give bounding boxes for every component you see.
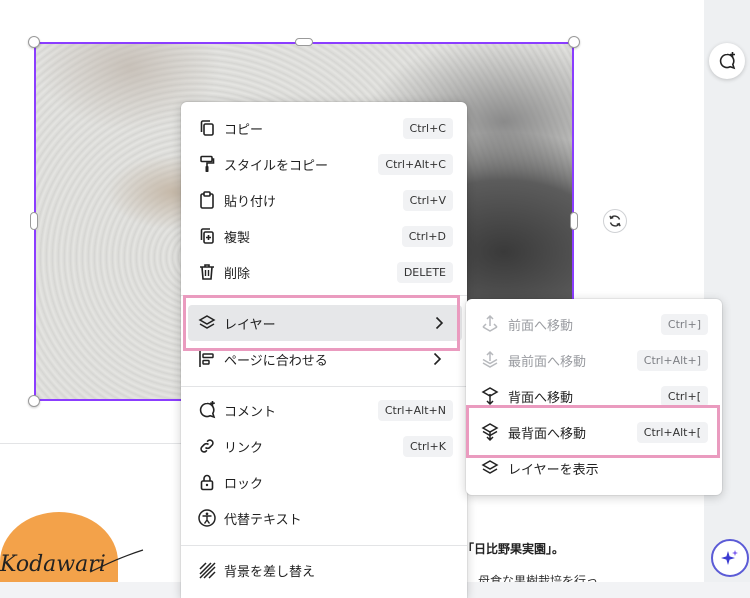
menu-divider: [181, 295, 467, 296]
menu-item-link[interactable]: リンク Ctrl+K: [181, 428, 467, 464]
layers-icon: [481, 460, 499, 474]
shortcut-badge: Ctrl+Alt+N: [377, 400, 453, 421]
menu-item-comment[interactable]: コメント Ctrl+Alt+N: [181, 392, 467, 428]
duplicate-icon: [200, 228, 214, 244]
menu-item-duplicate[interactable]: 複製 Ctrl+D: [181, 218, 467, 254]
menu-item-label: 背景を差し替え: [224, 564, 316, 580]
copy-icon: [200, 120, 214, 136]
chevron-right-icon: [435, 316, 444, 330]
menu-item-layer[interactable]: レイヤー: [188, 305, 462, 341]
menu-item-lock[interactable]: ロック: [181, 464, 467, 500]
bring-to-front-icon: [482, 350, 498, 368]
submenu-item-show-layers[interactable]: レイヤーを表示: [466, 450, 722, 486]
send-backward-icon: [481, 387, 499, 406]
layer-submenu: 前面へ移動 Ctrl+] 最前面へ移動 Ctrl+Alt+] 背面へ移動 Ctr…: [466, 299, 722, 495]
menu-item-label: コピー: [224, 122, 264, 138]
accessibility-icon: [198, 509, 216, 527]
menu-item-copy[interactable]: コピー Ctrl+C: [181, 110, 467, 146]
shortcut-badge: Ctrl+V: [402, 190, 453, 211]
sparkle-icon: [721, 550, 738, 565]
resize-handle-top-left[interactable]: [28, 36, 40, 48]
context-menu: コピー Ctrl+C スタイルをコピー Ctrl+Alt+C 貼り付け Ctrl…: [181, 102, 467, 598]
menu-item-label: ロック: [224, 476, 264, 492]
magic-assistant-button[interactable]: [711, 539, 749, 577]
menu-item-alt-text[interactable]: 代替テキスト: [181, 500, 467, 536]
clipboard-icon: [200, 191, 214, 209]
shortcut-badge: DELETE: [396, 262, 453, 283]
bring-forward-icon: [482, 314, 498, 332]
lock-icon: [200, 474, 214, 491]
shortcut-badge: Ctrl+Alt+C: [378, 154, 453, 175]
comment-plus-icon: [199, 401, 216, 419]
paint-roller-icon: [200, 155, 215, 172]
rotate-button[interactable]: [603, 209, 627, 233]
resize-handle-bottom-left[interactable]: [28, 395, 40, 407]
shortcut-badge: Ctrl+Alt+[: [636, 422, 708, 443]
shortcut-badge: Ctrl+C: [402, 118, 453, 139]
shortcut-badge: Ctrl+K: [402, 436, 453, 457]
resize-handle-top-right[interactable]: [568, 36, 580, 48]
shortcut-badge: Ctrl+Alt+]: [636, 350, 708, 371]
body-text-line-1[interactable]: 「日比野果実園」。: [462, 540, 564, 557]
submenu-item-label: 最背面へ移動: [508, 427, 587, 442]
hatch-background-icon: [199, 562, 216, 579]
menu-item-label: 複製: [224, 230, 251, 246]
menu-item-label: 貼り付け: [224, 194, 277, 210]
menu-item-replace-background[interactable]: 背景を差し替え: [181, 552, 467, 588]
shortcut-badge: Ctrl+]: [660, 314, 708, 335]
resize-handle-left[interactable]: [30, 212, 38, 230]
menu-item-delete[interactable]: 削除 DELETE: [181, 254, 467, 290]
shortcut-badge: Ctrl+D: [401, 226, 453, 247]
menu-item-paste[interactable]: 貼り付け Ctrl+V: [181, 182, 467, 218]
submenu-item-bring-to-front[interactable]: 最前面へ移動 Ctrl+Alt+]: [466, 342, 722, 378]
menu-divider: [181, 545, 467, 546]
chevron-right-icon: [433, 352, 442, 366]
comment-plus-icon: [719, 52, 736, 70]
trash-icon: [200, 264, 214, 280]
submenu-item-label: 背面へ移動: [508, 391, 574, 406]
add-comment-button[interactable]: [709, 43, 745, 79]
menu-item-label: リンク: [224, 440, 264, 456]
submenu-item-label: 最前面へ移動: [508, 355, 587, 370]
resize-handle-top[interactable]: [295, 38, 313, 46]
rotate-icon: [609, 215, 621, 227]
align-page-icon: [199, 351, 214, 367]
resize-handle-right[interactable]: [570, 212, 578, 230]
menu-item-label: レイヤー: [224, 317, 276, 333]
layers-icon: [198, 315, 216, 329]
menu-item-copy-style[interactable]: スタイルをコピー Ctrl+Alt+C: [181, 146, 467, 182]
script-flourish: [89, 549, 144, 573]
menu-item-fit-to-page[interactable]: ページに合わせる: [181, 341, 467, 377]
menu-item-label: 削除: [224, 266, 251, 282]
menu-item-label: 代替テキスト: [224, 512, 302, 528]
submenu-item-label: 前面へ移動: [508, 319, 574, 334]
link-icon: [200, 439, 214, 453]
send-to-back-icon: [481, 423, 499, 442]
submenu-item-send-to-back[interactable]: 最背面へ移動 Ctrl+Alt+[: [466, 414, 722, 450]
menu-divider: [181, 386, 467, 387]
menu-item-label: コメント: [224, 404, 277, 420]
menu-item-label: スタイルをコピー: [224, 158, 329, 174]
submenu-item-bring-forward[interactable]: 前面へ移動 Ctrl+]: [466, 306, 722, 342]
submenu-item-label: レイヤーを表示: [508, 463, 599, 478]
shortcut-badge: Ctrl+[: [660, 386, 708, 407]
submenu-item-send-backward[interactable]: 背面へ移動 Ctrl+[: [466, 378, 722, 414]
menu-item-label: ページに合わせる: [224, 353, 328, 369]
